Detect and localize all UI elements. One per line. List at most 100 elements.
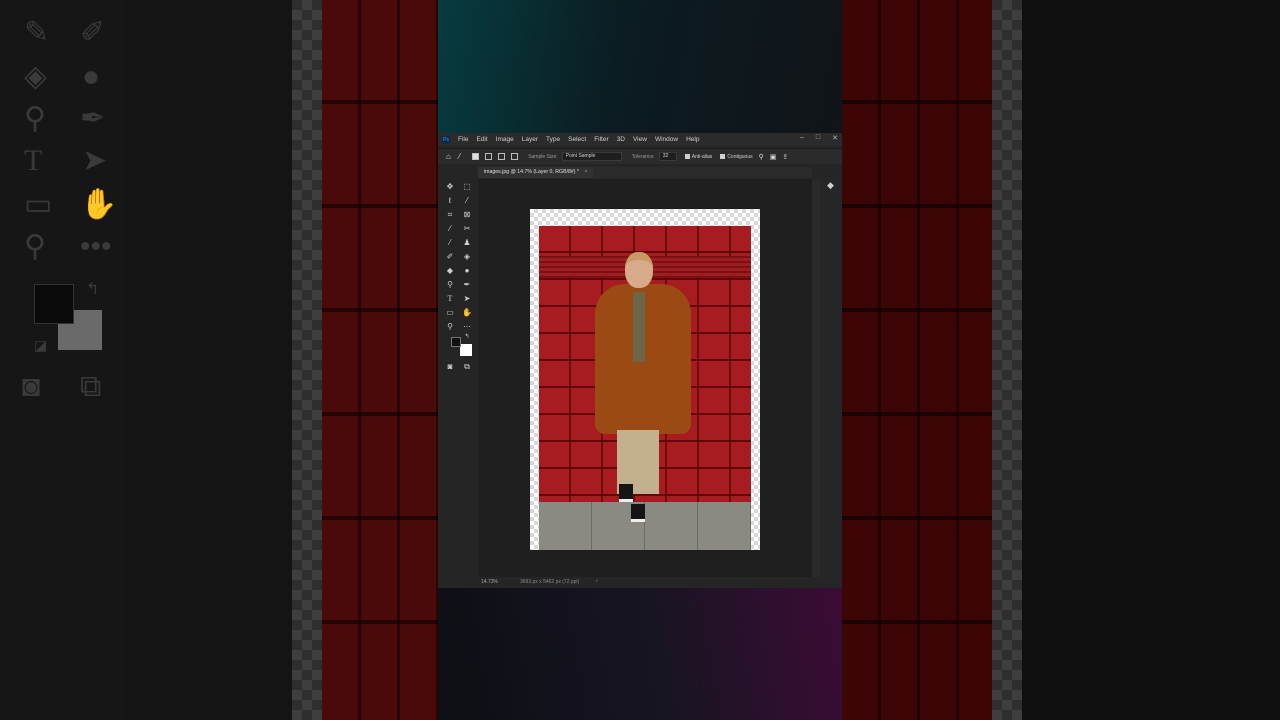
default-colors-icon: ◪ (34, 337, 48, 353)
anti-alias-checkbox[interactable]: Anti-alias (684, 153, 713, 160)
subtract-selection-icon[interactable] (498, 153, 506, 160)
blur-icon: ● (82, 60, 101, 93)
history-brush-icon: ✐ (80, 16, 106, 49)
healing-icon[interactable]: ✂ (460, 223, 474, 235)
rectangle-icon: ▭ (24, 188, 53, 221)
screen-mode-icon[interactable]: ⧉ (460, 361, 474, 373)
path-select-icon[interactable]: ➤ (460, 293, 474, 305)
background-transparency-strip (992, 0, 1022, 720)
move-icon[interactable]: ✥ (443, 181, 457, 193)
gradient-icon[interactable]: ◆ (443, 265, 457, 277)
background-gradient-top (438, 0, 842, 133)
document-info: 3693 px x 5462 px (72 ppi) (520, 579, 580, 585)
maximize-button[interactable]: □ (816, 134, 820, 142)
tolerance-input[interactable]: 32 (658, 152, 677, 161)
background-transparency-strip (292, 0, 322, 720)
canvas-area[interactable] (478, 179, 812, 577)
stamp-icon[interactable]: ♟ (460, 237, 474, 249)
eraser-icon[interactable]: ◈ (460, 251, 474, 263)
magic-wand-icon[interactable]: ⁄ (460, 195, 474, 207)
pen-icon: ✒ (80, 102, 106, 135)
rectangle-icon[interactable]: ▭ (443, 307, 457, 319)
frame-icon[interactable]: ⊠ (460, 209, 474, 221)
close-button[interactable]: ✕ (832, 134, 838, 142)
menu-filter[interactable]: Filter (594, 136, 608, 143)
add-selection-icon[interactable] (485, 153, 493, 160)
document-tab[interactable]: images.jpg @ 14.7% (Layer 0, RGB/8#) * × (478, 167, 594, 178)
history-brush-icon[interactable]: ✐ (443, 251, 457, 263)
quick-mask-icon[interactable]: ◙ (443, 361, 457, 373)
menu-file[interactable]: File (458, 136, 468, 143)
tools-panel: ✥ ⬚ ℓ ⁄ ⌗ ⊠ ⁄ ✂ ⁄ ♟ ✐ ◈ ◆ ● ⚲ ✒ T ➤ ▭ ✋ … (443, 179, 479, 379)
sample-size-label: Sample Size: (528, 153, 558, 160)
brush-icon: ✎ (24, 16, 50, 49)
tolerance-label: Tolerance: (631, 153, 655, 160)
crop-icon[interactable]: ⌗ (443, 209, 457, 221)
zoom-icon: ⚲ (24, 230, 46, 263)
sample-size-select[interactable]: Point Sample (561, 152, 622, 161)
background-zoom-right (842, 0, 1280, 720)
marquee-icon[interactable]: ⬚ (460, 181, 474, 193)
background-gradient-bottom (438, 588, 842, 720)
hand-icon[interactable]: ✋ (460, 307, 474, 319)
anti-alias-label: Anti-alias (691, 153, 713, 160)
menu-select[interactable]: Select (568, 136, 586, 143)
document-canvas[interactable] (530, 209, 760, 550)
close-tab-icon[interactable]: × (584, 169, 587, 175)
photoshop-logo-icon: Ps (442, 135, 450, 144)
background-color-swatch[interactable] (460, 344, 472, 356)
menu-window[interactable]: Window (655, 136, 678, 143)
menu-layer[interactable]: Layer (522, 136, 538, 143)
zoom-icon[interactable]: ⚲ (443, 321, 457, 333)
menu-type[interactable]: Type (546, 136, 560, 143)
workspace-icon[interactable]: ▣ (770, 153, 777, 161)
panel-dock: ◆ (820, 173, 842, 583)
background-brick-wall (322, 0, 438, 720)
type-icon[interactable]: T (443, 293, 457, 305)
status-bar: 14.73% 3693 px x 5462 px (72 ppi) › (478, 577, 812, 588)
document-tab-title: images.jpg @ 14.7% (Layer 0, RGB/8#) * (484, 169, 579, 175)
layers-icon[interactable]: ◆ (827, 180, 834, 191)
magic-wand-icon[interactable]: ⁄ (459, 152, 460, 161)
background-zoom-left: ✎ ✐ ◈ ● ⚲ ✒ T ➤ ▭ ✋ ⚲ ••• ↰ ◪ ◙ ⧉ (0, 0, 438, 720)
swap-colors-icon[interactable]: ↰ (460, 331, 474, 343)
brush-icon[interactable]: ⁄ (443, 237, 457, 249)
search-icon[interactable]: ⚲ (759, 153, 764, 161)
share-icon[interactable]: ⇪ (782, 153, 788, 161)
dodge-icon[interactable]: ⚲ (443, 279, 457, 291)
menu-3d[interactable]: 3D (617, 136, 625, 143)
document-tab-bar: images.jpg @ 14.7% (Layer 0, RGB/8#) * × (478, 167, 812, 178)
photo-layer (539, 226, 751, 550)
contiguous-checkbox[interactable]: Contiguous (720, 153, 753, 160)
contiguous-label: Contiguous (727, 153, 753, 160)
menu-image[interactable]: Image (496, 136, 514, 143)
hand-icon: ✋ (80, 188, 118, 221)
photoshop-window: Ps File Edit Image Layer Type Select Fil… (438, 133, 842, 588)
dodge-icon: ⚲ (24, 102, 46, 135)
home-icon[interactable]: ⌂ (446, 152, 451, 161)
menu-view[interactable]: View (633, 136, 647, 143)
new-selection-icon[interactable] (472, 153, 480, 160)
zoom-level[interactable]: 14.73% (481, 579, 498, 585)
blur-icon[interactable]: ● (460, 265, 474, 277)
quick-mask-icon: ◙ (22, 370, 41, 403)
menu-help[interactable]: Help (686, 136, 699, 143)
checkbox-checked-icon (720, 154, 726, 159)
checkbox-checked-icon (684, 154, 690, 159)
status-menu-icon[interactable]: › (596, 578, 598, 584)
type-icon: T (24, 144, 43, 177)
lasso-icon[interactable]: ℓ (443, 195, 457, 207)
more-icon: ••• (80, 230, 112, 263)
menu-edit[interactable]: Edit (476, 136, 487, 143)
minimize-button[interactable]: – (800, 134, 804, 142)
menu-bar: Ps File Edit Image Layer Type Select Fil… (438, 133, 842, 146)
foreground-color-swatch (34, 284, 74, 324)
options-bar: ⌂ ⁄ Sample Size: Point Sample Tolerance:… (438, 148, 842, 164)
eyedropper-icon[interactable]: ⁄ (443, 223, 457, 235)
pen-icon[interactable]: ✒ (460, 279, 474, 291)
background-tool-panel: ✎ ✐ ◈ ● ⚲ ✒ T ➤ ▭ ✋ ⚲ ••• ↰ ◪ ◙ ⧉ (0, 0, 125, 720)
window-controls: – □ ✕ (800, 134, 838, 142)
intersect-selection-icon[interactable] (511, 153, 519, 160)
vertical-scrollbar[interactable] (812, 179, 820, 577)
screen: ✎ ✐ ◈ ● ⚲ ✒ T ➤ ▭ ✋ ⚲ ••• ↰ ◪ ◙ ⧉ Ps Fil… (0, 0, 1280, 720)
